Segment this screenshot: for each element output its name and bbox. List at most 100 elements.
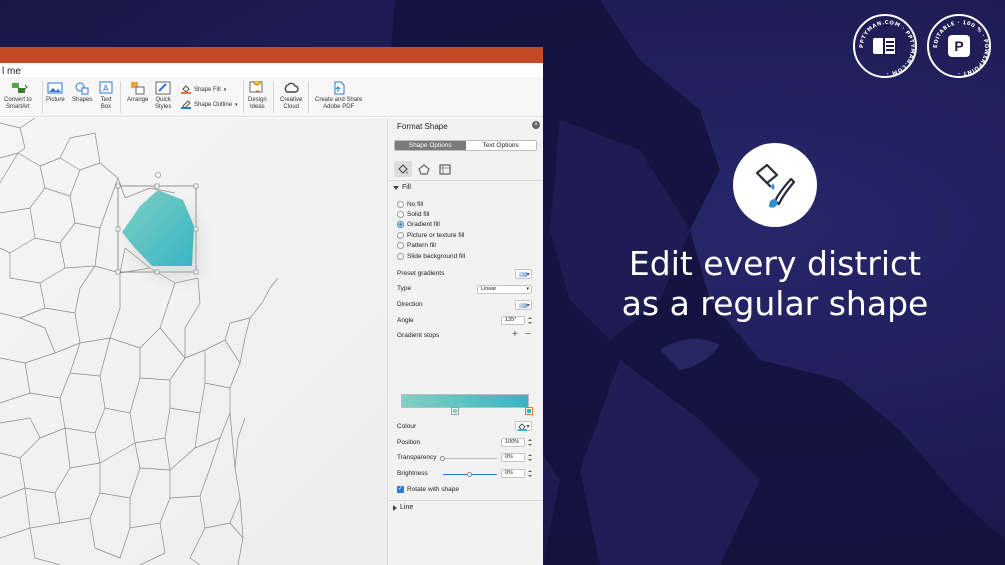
type-select-value: Linear (481, 286, 497, 292)
arrange-button[interactable]: Arrange (127, 81, 148, 104)
shape-outline-label: Shape Outline (194, 101, 233, 108)
pdf-label-1: Create and Share (315, 97, 363, 103)
radio-label: Solid fill (407, 211, 430, 218)
close-icon[interactable]: × (532, 121, 540, 129)
remove-stop-button[interactable]: − (525, 329, 531, 340)
shapes-button[interactable]: Shapes (72, 81, 92, 104)
radio-solid-fill[interactable]: Solid fill (397, 211, 429, 218)
radio-slide-background-fill[interactable]: Slide background fill (397, 253, 465, 260)
shape-fill-button[interactable]: Shape Fill ▾ (181, 85, 226, 94)
panel-tabs: Shape Options Text Options (394, 140, 537, 151)
headline-line-1: Edit every district (628, 244, 922, 283)
effects-pentagon-icon[interactable] (415, 161, 433, 177)
preset-gradients-picker[interactable] (515, 269, 532, 279)
radio-circle[interactable] (397, 253, 404, 260)
panel-icon-tabs (394, 161, 454, 177)
angle-field[interactable]: 135° (501, 316, 525, 325)
quick-styles-button[interactable]: Quick Styles (155, 81, 171, 111)
gradient-bar[interactable] (401, 394, 529, 408)
brightness-slider-thumb[interactable] (467, 472, 472, 477)
radio-circle[interactable] (397, 232, 404, 239)
creative-cloud-label-1: Creative (280, 97, 303, 103)
size-properties-icon[interactable] (436, 161, 454, 177)
badges: PPTYMAN.COM · PPTYMAN.COM · EDITABLE · 1… (853, 14, 991, 78)
tell-me-label[interactable]: l me (2, 66, 21, 77)
type-label: Type (397, 285, 412, 292)
promo-headline: Edit every district as a regular shape (620, 244, 930, 324)
tab-text-options[interactable]: Text Options (466, 141, 537, 150)
position-stepper[interactable] (528, 438, 533, 447)
paint-bucket-icon (181, 85, 191, 94)
chevron-right-icon (393, 504, 397, 511)
menu-strip: l me (0, 63, 543, 77)
text-box-button[interactable]: A Text Box (98, 81, 114, 111)
chevron-down-icon: ▾ (223, 86, 227, 93)
shapes-icon (74, 81, 90, 95)
radio-label: Pattern fill (407, 242, 436, 249)
format-shape-panel: Format Shape × Shape Options Text Option… (387, 118, 543, 565)
radio-circle[interactable] (397, 242, 404, 249)
transparency-label: Transparency (397, 454, 437, 461)
transparency-slider-thumb[interactable] (440, 456, 445, 461)
create-share-pdf-button[interactable]: Create and Share Adobe PDF (315, 81, 362, 111)
pptyman-logo-icon (873, 36, 897, 56)
radio-gradient-fill[interactable]: Gradient fill (397, 221, 440, 228)
gradient-stop-2[interactable] (525, 407, 533, 415)
position-label: Position (397, 439, 421, 446)
rotate-with-shape-label: Rotate with shape (407, 486, 460, 493)
picture-button[interactable]: Picture (46, 81, 65, 104)
colour-label: Colour (397, 423, 417, 430)
radio-circle[interactable] (397, 211, 404, 218)
chevron-down-icon (393, 185, 399, 190)
radio-circle-selected[interactable] (397, 221, 404, 228)
transparency-slider[interactable] (443, 458, 497, 459)
direction-picker[interactable] (515, 300, 532, 310)
radio-label: Slide background fill (407, 253, 466, 260)
type-select[interactable]: Linear ▾ (477, 285, 532, 294)
colour-picker[interactable] (515, 421, 532, 431)
textbox-label-2: Box (100, 104, 112, 110)
quick-styles-label-2: Styles (155, 104, 172, 110)
position-field[interactable]: 100% (501, 438, 525, 447)
ribbon-divider (273, 81, 274, 113)
brightness-field[interactable]: 0% (501, 469, 525, 478)
fill-section-header[interactable]: Fill (393, 184, 411, 191)
ribbon: Convert to SmartArt Picture Shapes A Tex… (0, 77, 543, 117)
rotate-with-shape-checkbox[interactable]: ✓ (397, 486, 404, 493)
tab-shape-options[interactable]: Shape Options (395, 141, 466, 150)
brightness-label: Brightness (397, 470, 428, 477)
arrange-icon (130, 81, 146, 95)
design-ideas-button[interactable]: Design Ideas (248, 78, 267, 111)
add-stop-button[interactable]: + (512, 329, 518, 340)
creative-cloud-label-2: Cloud (283, 104, 300, 110)
gradient-stops-label: Gradient stops (397, 332, 440, 339)
gradient-stop-1[interactable] (451, 407, 459, 415)
creative-cloud-button[interactable]: Creative Cloud (280, 81, 302, 111)
convert-to-smartart-button[interactable]: Convert to SmartArt (4, 81, 32, 111)
pptyman-badge: PPTYMAN.COM · PPTYMAN.COM · (853, 14, 917, 78)
radio-no-fill[interactable]: No fill (397, 201, 423, 208)
slide-canvas[interactable] (0, 118, 387, 565)
shape-outline-button[interactable]: Shape Outline ▾ (181, 100, 238, 109)
radio-label: No fill (407, 201, 424, 208)
radio-circle[interactable] (397, 201, 404, 208)
transparency-field[interactable]: 0% (501, 453, 525, 462)
preset-gradients-label: Preset gradients (397, 270, 445, 277)
ribbon-divider (243, 81, 244, 113)
design-ideas-icon (249, 78, 265, 95)
picture-label: Picture (46, 97, 65, 103)
radio-pattern-fill[interactable]: Pattern fill (397, 242, 436, 249)
radio-picture-fill[interactable]: Picture or texture fill (397, 232, 464, 239)
brightness-stepper[interactable] (528, 469, 533, 478)
line-section-header[interactable]: Line (393, 504, 413, 511)
transparency-stepper[interactable] (528, 453, 533, 462)
panel-divider (388, 500, 543, 501)
district-map[interactable] (0, 118, 387, 565)
text-box-icon: A (98, 81, 114, 95)
ribbon-divider (308, 81, 309, 113)
fill-line-icon[interactable] (394, 161, 412, 177)
svg-text:A: A (103, 84, 109, 93)
convert-label-2: SmartArt (6, 104, 30, 110)
angle-stepper[interactable] (528, 316, 533, 325)
angle-label: Angle (397, 317, 414, 324)
